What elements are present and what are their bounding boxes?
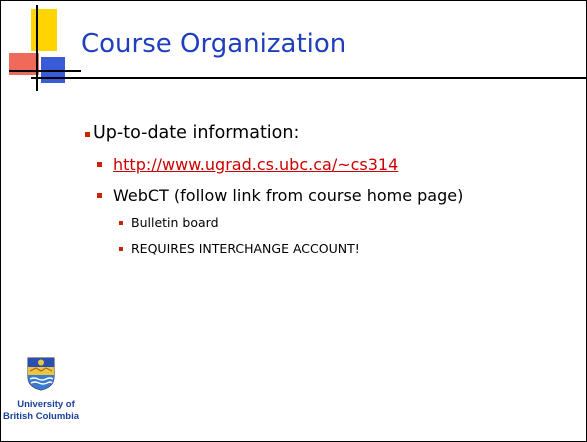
ubc-crest-icon — [27, 357, 55, 391]
title-underline — [31, 77, 586, 79]
bulletin-text: Bulletin board — [131, 215, 219, 230]
square-bullet-icon — [119, 246, 123, 251]
slide-title: Course Organization — [81, 29, 347, 59]
square-bullet-icon — [85, 131, 90, 137]
square-bullet-icon — [97, 193, 102, 198]
requires-text: REQUIRES INTERCHANGE ACCOUNT! — [131, 241, 360, 256]
sub-item-requires: REQUIRES INTERCHANGE ACCOUNT! — [119, 241, 360, 256]
university-logo-text: University of British Columbia — [1, 399, 91, 423]
course-url-link[interactable]: http://www.ugrad.cs.ubc.ca/~cs314 — [113, 155, 398, 174]
square-bullet-icon — [97, 162, 102, 167]
square-bullet-icon — [119, 220, 123, 225]
sub-item-bulletin: Bulletin board — [119, 215, 219, 230]
university-line2: British Columbia — [2, 411, 79, 422]
webct-text: WebCT (follow link from course home page… — [113, 186, 464, 205]
main-bullet: Up-to-date information: — [85, 123, 299, 143]
university-line1: University of — [17, 399, 75, 410]
list-item-url: http://www.ugrad.cs.ubc.ca/~cs314 — [97, 155, 398, 174]
list-item-webct: WebCT (follow link from course home page… — [97, 186, 463, 205]
slide: Course Organization Up-to-date informati… — [0, 0, 587, 442]
main-bullet-text: Up-to-date information: — [93, 123, 300, 143]
